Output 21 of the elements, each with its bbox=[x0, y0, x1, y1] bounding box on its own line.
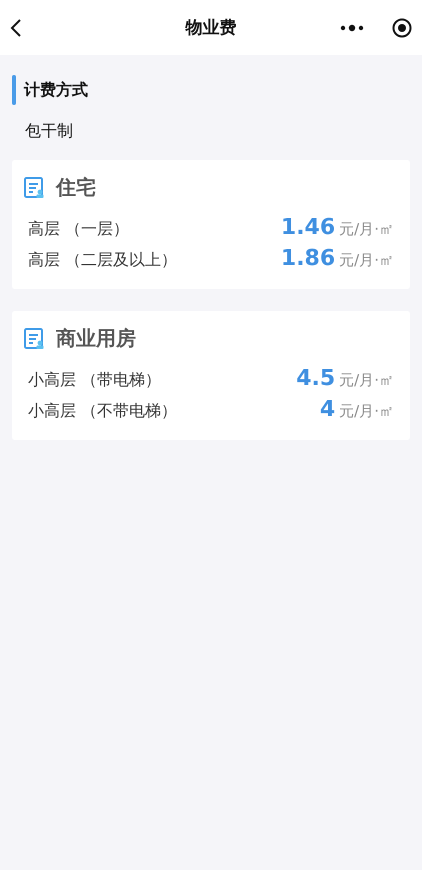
more-icon[interactable] bbox=[340, 24, 364, 32]
fee-price: 1.86 bbox=[280, 246, 336, 271]
billing-method: 包干制 bbox=[25, 121, 74, 142]
fee-unit: 元/月·㎡ bbox=[339, 251, 394, 269]
card-title: 住宅 bbox=[56, 174, 96, 201]
fee-unit: 元/月·㎡ bbox=[339, 220, 394, 238]
fee-price: 4.5 bbox=[296, 366, 336, 391]
fee-label: 小高层 （带电梯） bbox=[28, 370, 162, 391]
fee-price: 4 bbox=[320, 397, 336, 422]
fee-label: 高层 （一层） bbox=[28, 219, 130, 240]
fee-label: 小高层 （不带电梯） bbox=[28, 401, 178, 422]
back-icon[interactable] bbox=[10, 18, 22, 38]
fee-unit: 元/月·㎡ bbox=[339, 402, 394, 420]
document-icon bbox=[24, 328, 46, 350]
page-title: 物业费 bbox=[186, 17, 236, 39]
fee-price: 1.46 bbox=[280, 215, 336, 240]
fee-label: 高层 （二层及以上） bbox=[28, 250, 178, 271]
fee-unit: 元/月·㎡ bbox=[339, 371, 394, 389]
section-heading: 计费方式 bbox=[24, 80, 88, 100]
card-title: 商业用房 bbox=[56, 325, 136, 352]
document-icon bbox=[24, 176, 46, 198]
